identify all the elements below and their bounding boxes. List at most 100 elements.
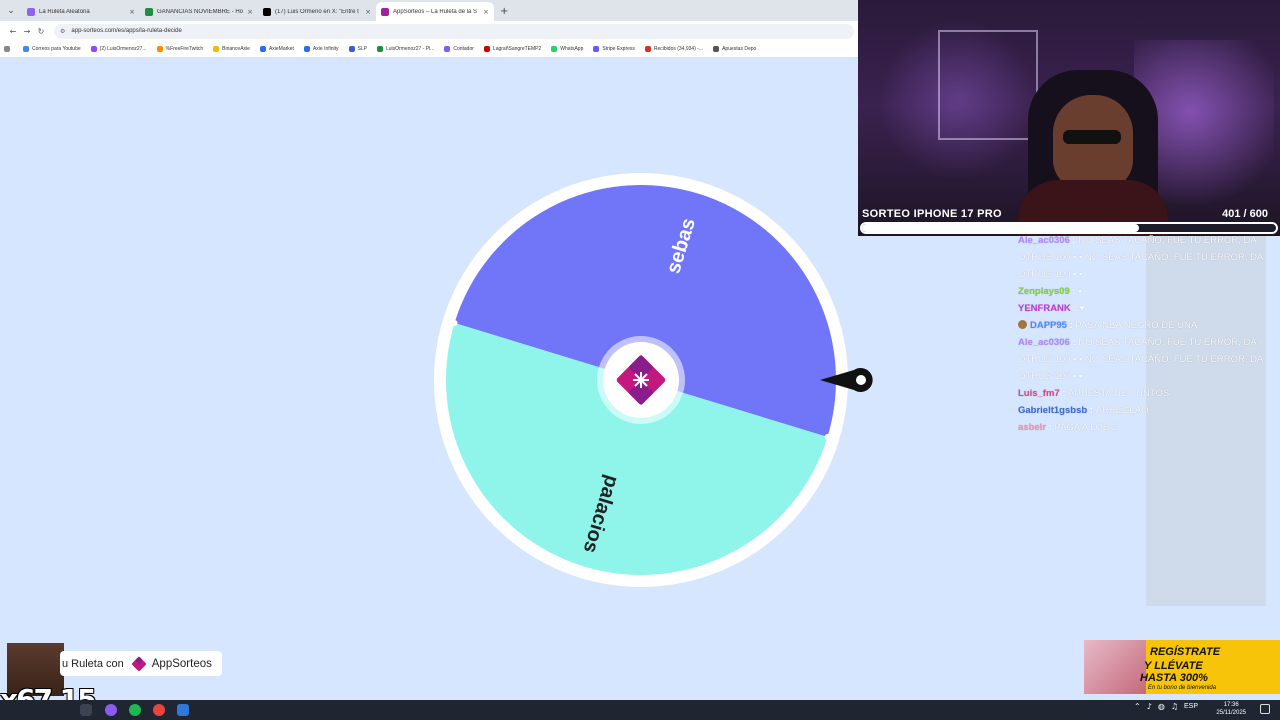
tab-close-icon[interactable]: × (365, 8, 371, 16)
url-field[interactable]: ⚙ app-sorteos.com/es/apps/la-ruleta-deci… (54, 23, 854, 39)
bookmarks-bar: Correos para Youtube (2) LuisOrmenoz27...… (0, 41, 858, 58)
bookmark-item[interactable]: SLP (348, 46, 367, 52)
chrome-icon[interactable] (153, 704, 165, 716)
chat-message: Gabrielt1gsbsb : ARREGLAO (1018, 402, 1270, 419)
chat-separator: : (1059, 388, 1069, 399)
chat-username[interactable]: Zenplays09 (1018, 286, 1070, 297)
tray-chevron-icon[interactable]: ⌃ (1134, 702, 1141, 711)
bookmark-item[interactable]: %FreeFireTwitch (156, 46, 203, 52)
chat-username[interactable]: asbelr (1018, 422, 1046, 433)
chat-separator: : (1070, 303, 1080, 314)
tab-label: GANANCIAS NOVIEMBRE - Ho (157, 8, 244, 15)
volume-icon[interactable]: ♫ (1171, 702, 1178, 711)
sheets-favicon (145, 7, 153, 16)
tab-label: (17) Luis Ormeño en X: "Entre t (275, 8, 359, 15)
appsorteos-favicon (381, 7, 389, 16)
bookmark-item[interactable]: WhatsApp (551, 46, 583, 52)
bookmark-favicon-icon (156, 46, 163, 52)
back-icon[interactable]: ← (6, 27, 20, 36)
bookmark-label: Apuestas Depo (722, 46, 757, 52)
appsorteos-brand-icon (131, 656, 146, 671)
bookmark-item[interactable]: BinanceAxie (213, 46, 250, 52)
bookmark-item[interactable]: AxieMarket (259, 46, 294, 52)
giveaway-progress-fill (862, 224, 1139, 232)
bookmark-label: Correos para Youtube (32, 46, 81, 52)
obs-icon[interactable] (105, 704, 117, 716)
webcam-shelf (938, 30, 1038, 140)
tab-label: La Ruleta Aleatoria (39, 8, 90, 15)
spotify-icon[interactable] (129, 704, 141, 716)
wheel-pointer-icon (820, 368, 873, 392)
bookmark-label: LuisOrmenoz27 - Pl... (385, 46, 435, 52)
bookmark-item[interactable]: Apuestas Depo (713, 46, 756, 52)
bookmark-item[interactable]: Recibidos (34,934) -... (644, 46, 703, 52)
chat-text: APUESTA DE PUNTOS (1068, 388, 1170, 399)
chat-text: PAGA A LOS 2 (1054, 422, 1118, 433)
bookmark-label: WhatsApp (560, 46, 584, 52)
wheel-peg (451, 319, 458, 326)
bookmark-favicon-icon (593, 46, 600, 52)
bookmark-favicon-icon (644, 46, 651, 52)
chat-message: asbelr : PAGA A LOS 2 (1018, 419, 1270, 436)
chat-text: PASA NBA NEGRO DE UNA (1075, 320, 1198, 331)
chat-username[interactable]: Luis_fm7 (1018, 388, 1060, 399)
bookmark-favicon-icon (376, 46, 383, 52)
wheel-peg (824, 434, 831, 441)
bookmark-label: Stripe Express (602, 46, 635, 52)
chat-separator: : (1069, 337, 1079, 348)
clock-date: 25/11/2025 (1216, 710, 1246, 716)
made-with-label: u Ruleta con (62, 657, 124, 670)
sunglasses (1063, 130, 1121, 144)
user-badge-icon (1018, 320, 1027, 329)
bookmark-label: Axie Infinity (312, 46, 339, 52)
clock-time: 17:36 (1223, 702, 1239, 708)
bookmark-item[interactable]: Stripe Express (593, 46, 635, 52)
tab-close-icon[interactable]: × (483, 8, 489, 16)
bookmark-item[interactable]: LagrañSangreTEMP2 (483, 46, 541, 52)
roulette-wheel[interactable]: sebaspalacios (434, 173, 848, 587)
tab-search-icon[interactable]: ⌄ (0, 0, 22, 21)
bookmark-favicon-icon (444, 46, 451, 52)
reload-icon[interactable]: ↻ (34, 27, 48, 36)
notification-icon[interactable] (1260, 704, 1270, 714)
new-tab-button[interactable]: + (500, 6, 508, 17)
promo-line-1: REGÍSTRATE (1150, 646, 1221, 658)
bookmark-item[interactable]: LuisOrmenoz27 - Pl... (376, 46, 435, 52)
chat-separator: : (1069, 235, 1079, 246)
notepad-icon[interactable] (177, 704, 189, 716)
apps-grid-icon[interactable] (4, 46, 13, 52)
promo-line-4: En tu bono de bienvenida (1148, 685, 1217, 691)
chat-message: Ale_ac0306 : NO SEAS TACAÑO, FUE TU ERRO… (1018, 334, 1270, 385)
browser-tab[interactable]: (17) Luis Ormeño en X: "Entre t × (258, 2, 376, 21)
bookmark-label: AxieMarket (268, 46, 294, 52)
made-with-appsorteos[interactable]: u Ruleta con AppSorteos (60, 651, 222, 676)
bookmark-item[interactable]: Axie Infinity (303, 46, 339, 52)
promo-line-3: HASTA 300% (1140, 672, 1208, 684)
bookmark-label: Contador (453, 46, 474, 52)
bookmark-item[interactable]: Correos para Youtube (23, 46, 81, 52)
tab-close-icon[interactable]: × (129, 8, 135, 16)
browser-tab-bar: ⌄ La Ruleta Aleatoria × GANANCIAS NOVIEMBR… (0, 0, 858, 21)
microphone-icon[interactable]: ♪ (1147, 702, 1152, 711)
site-info-icon[interactable]: ⚙ (60, 28, 65, 35)
bookmark-item[interactable]: (2) LuisOrmenoz27... (90, 46, 147, 52)
system-clock[interactable]: 17:36 25/11/2025 (1216, 701, 1246, 717)
tabs-container: La Ruleta Aleatoria × GANANCIAS NOVIEMBRE … (22, 2, 494, 21)
tab-close-icon[interactable]: × (247, 8, 253, 16)
task-view-icon[interactable] (80, 704, 92, 716)
forward-icon[interactable]: → (20, 27, 34, 36)
language-indicator[interactable]: ESP (1184, 703, 1198, 710)
chat-username[interactable]: Ale_ac0306 (1018, 337, 1070, 348)
bookmark-favicon-icon (259, 46, 266, 52)
promo-banner[interactable]: REGÍSTRATE Y LLÉVATE HASTA 300% En tu bo… (1084, 640, 1280, 694)
chat-username[interactable]: Ale_ac0306 (1018, 235, 1070, 246)
chat-username[interactable]: Gabrielt1gsbsb (1018, 405, 1087, 416)
browser-tab[interactable]: La Ruleta Aleatoria × (22, 2, 140, 21)
bookmark-item[interactable]: Contador (444, 46, 474, 52)
browser-tab[interactable]: AppSorteos – La Ruleta de la S × (376, 2, 494, 21)
browser-tab[interactable]: GANANCIAS NOVIEMBRE - Ho × (140, 2, 258, 21)
chat-username[interactable]: DAPP95 (1030, 320, 1067, 331)
chat-text: ♥ (1079, 303, 1085, 314)
chat-username[interactable]: YENFRANK (1018, 303, 1071, 314)
network-icon[interactable]: ◍ (1158, 702, 1165, 711)
